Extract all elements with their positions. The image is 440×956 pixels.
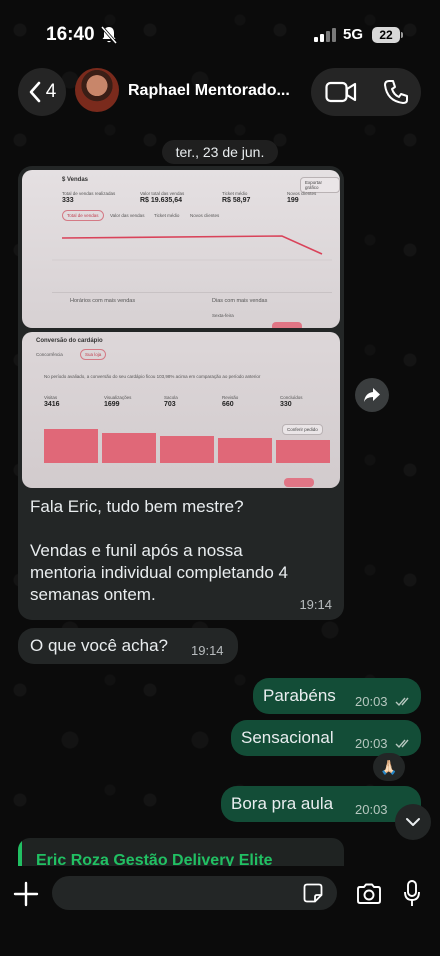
- ss1-metric-label: Novos clientes: [287, 191, 317, 196]
- scroll-to-bottom-button[interactable]: [395, 804, 431, 840]
- ss2-funnel-value: 1699: [104, 401, 120, 408]
- ss2-tab: Concorrência: [36, 352, 63, 357]
- ss2-funnel-value: 330: [280, 401, 292, 408]
- avatar[interactable]: [75, 68, 119, 112]
- message-line: Vendas e funil após a nossa: [30, 541, 243, 560]
- sales-dashboard-image[interactable]: $ Vendas Exportar gráfico Total de venda…: [22, 170, 340, 328]
- ss1-title: $ Vendas: [62, 177, 89, 183]
- message-input[interactable]: [52, 876, 337, 910]
- ss2-funnel-label: Visualizações: [104, 395, 132, 400]
- ss2-funnel-value: 660: [222, 401, 234, 408]
- incoming-message-bubble[interactable]: O que você acha? 19:14: [18, 628, 238, 664]
- ss2-tab: Sua loja: [80, 349, 107, 360]
- composer-bar: [0, 866, 440, 956]
- media-message-bubble[interactable]: $ Vendas Exportar gráfico Total de venda…: [18, 166, 344, 620]
- ss1-footer-left: Horários com mais vendas: [70, 298, 136, 304]
- ss2-funnel-label: Revisão: [222, 395, 239, 400]
- message-text: Sensacional: [241, 728, 334, 747]
- ss1-metric-value: R$ 58,97: [222, 197, 251, 204]
- back-button[interactable]: 4: [18, 68, 66, 116]
- camera-icon[interactable]: [356, 883, 382, 905]
- message-time: 20:03: [355, 802, 388, 817]
- funnel-bar: [44, 429, 98, 463]
- ss1-metric-label: Valor total das vendas: [140, 191, 185, 196]
- ss1-footer-right-value: Sexta-feira: [212, 313, 234, 318]
- read-receipt-icon: [395, 739, 409, 749]
- ss2-funnel-label: Sacola: [164, 395, 178, 400]
- ss1-tab: Total de vendas: [62, 210, 104, 221]
- contact-name[interactable]: Raphael Mentorado...: [128, 82, 290, 100]
- ss2-funnel-label: Concluídos: [280, 395, 303, 400]
- ss1-tab: Valor das vendas: [110, 213, 145, 218]
- plus-icon[interactable]: [12, 880, 40, 908]
- ss2-title: Conversão do cardápio: [36, 338, 103, 344]
- funnel-bar: [160, 436, 214, 463]
- date-separator: ter., 23 de jun.: [162, 140, 278, 164]
- message-text: Fala Eric, tudo bem mestre? Vendas e fun…: [30, 496, 330, 606]
- ss1-metric-value: 333: [62, 197, 74, 204]
- funnel-bar: [276, 440, 330, 463]
- message-line: semanas ontem.: [30, 585, 156, 604]
- chat-header: 4 Raphael Mentorado...: [0, 66, 440, 120]
- ss1-footer-right: Dias com mais vendas: [212, 298, 268, 304]
- microphone-icon[interactable]: [404, 880, 420, 908]
- ss1-tab: Ticket médio: [154, 213, 180, 218]
- ss2-badge: [284, 478, 314, 487]
- message-line: Fala Eric, tudo bem mestre?: [30, 497, 244, 516]
- signal-icon: [314, 28, 336, 42]
- ss1-tab: Novos clientes: [190, 213, 220, 218]
- ss1-badge: [272, 322, 302, 328]
- ss1-metric-value: R$ 19.635,64: [140, 197, 183, 204]
- ss1-divider: [52, 292, 332, 293]
- bell-off-icon: [101, 26, 117, 44]
- ss2-action-button: Conferir pedido: [282, 424, 323, 435]
- message-text: O que você acha?: [30, 636, 168, 655]
- funnel-bar: [218, 438, 272, 463]
- chevron-down-icon: [406, 818, 420, 826]
- network-type: 5G: [343, 26, 364, 43]
- message-text: Bora pra aula: [231, 794, 334, 813]
- phone-call-icon[interactable]: [383, 79, 409, 105]
- ss1-metric-label: Ticket médio: [222, 191, 248, 196]
- ss1-sales-line: [52, 235, 332, 261]
- sticker-icon[interactable]: [303, 883, 323, 903]
- battery-icon: 22: [372, 27, 400, 43]
- funnel-dashboard-image[interactable]: Conversão do cardápio Concorrência Sua l…: [22, 332, 340, 488]
- video-call-icon[interactable]: [325, 79, 357, 105]
- forward-button[interactable]: [355, 378, 389, 412]
- ss2-funnel-value: 3416: [44, 401, 60, 408]
- message-time: 19:14: [299, 597, 332, 612]
- message-line: mentoria individual completando 4: [30, 563, 288, 582]
- message-time: 20:03: [355, 694, 388, 709]
- read-receipt-icon: [395, 697, 409, 707]
- battery-tip: [401, 32, 403, 38]
- call-actions: [311, 68, 421, 116]
- unread-count: 4: [45, 81, 57, 102]
- outgoing-message-bubble[interactable]: Parabéns 20:03: [253, 678, 421, 714]
- forward-arrow-icon: [364, 388, 380, 402]
- ss2-funnel-label: Visitas: [44, 395, 58, 400]
- status-time: 16:40: [46, 24, 95, 45]
- funnel-bar: [102, 433, 156, 463]
- status-bar: 16:40 5G 22: [0, 0, 440, 64]
- message-time: 20:03: [355, 736, 388, 751]
- outgoing-message-bubble[interactable]: Sensacional 20:03: [231, 720, 421, 756]
- ss1-metric-value: 199: [287, 197, 299, 204]
- message-time: 19:14: [191, 643, 224, 658]
- ss1-metric-label: Total de vendas realizadas: [62, 191, 116, 196]
- ss2-summary: No período avaliado, a conversão do seu …: [44, 374, 261, 379]
- outgoing-message-bubble[interactable]: Bora pra aula 20:03: [221, 786, 421, 822]
- reaction-badge[interactable]: 🙏🏻: [373, 753, 405, 781]
- ss2-funnel-value: 703: [164, 401, 176, 408]
- message-text: Parabéns: [263, 686, 336, 705]
- chevron-left-icon: [29, 81, 41, 103]
